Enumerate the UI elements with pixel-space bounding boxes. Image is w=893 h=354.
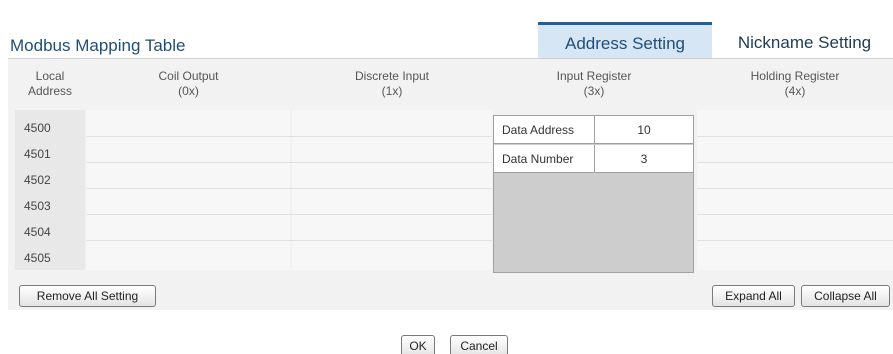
- column-header-sublabel: (1x): [381, 84, 403, 98]
- row-divider: [697, 162, 893, 163]
- coil-output-column[interactable]: [87, 110, 290, 270]
- row-divider: [87, 136, 492, 137]
- column-header-label: Input Register: [556, 69, 632, 83]
- column-header-coil-output: Coil Output (0x): [87, 58, 290, 110]
- data-number-value[interactable]: 3: [595, 145, 693, 172]
- data-number-label: Data Number: [494, 145, 595, 172]
- column-header-input-register: Input Register (3x): [493, 58, 695, 110]
- column-header-label: Discrete Input: [354, 69, 430, 83]
- tab-address-setting[interactable]: Address Setting: [538, 22, 712, 58]
- holding-register-column[interactable]: [697, 110, 893, 270]
- input-register-mapping-block[interactable]: Data Address 10 Data Number 3: [493, 115, 694, 273]
- column-header-local-address: Local Address: [15, 58, 85, 110]
- remove-all-setting-button[interactable]: Remove All Setting: [19, 285, 156, 307]
- column-header-label: Holding Register: [750, 69, 840, 83]
- column-header-sublabel: (3x): [583, 84, 605, 98]
- cancel-button[interactable]: Cancel: [450, 335, 508, 354]
- column-header-label: Local: [35, 69, 65, 83]
- column-header-holding-register: Holding Register (4x): [697, 58, 893, 110]
- data-number-row: Data Number 3: [494, 145, 693, 173]
- data-address-label: Data Address: [494, 116, 595, 143]
- local-address-cell: 4500: [24, 121, 51, 135]
- row-divider: [697, 136, 893, 137]
- column-header-sublabel: Address: [27, 84, 73, 98]
- discrete-input-column[interactable]: [292, 110, 492, 270]
- row-divider: [87, 162, 492, 163]
- row-divider: [87, 240, 492, 241]
- column-header-label: Coil Output: [158, 69, 219, 83]
- row-divider: [87, 214, 492, 215]
- tab-nickname-setting[interactable]: Nickname Setting: [716, 22, 893, 58]
- row-divider: [697, 188, 893, 189]
- column-header-sublabel: (0x): [178, 84, 199, 98]
- expand-all-button[interactable]: Expand All: [712, 285, 795, 307]
- collapse-all-button[interactable]: Collapse All: [801, 285, 890, 307]
- local-address-cell: 4501: [24, 147, 51, 161]
- column-header-sublabel: (4x): [784, 84, 806, 98]
- row-divider: [697, 240, 893, 241]
- data-address-value[interactable]: 10: [595, 116, 693, 143]
- local-address-cell: 4503: [24, 199, 51, 213]
- local-address-cell: 4504: [24, 225, 51, 239]
- column-header-discrete-input: Discrete Input (1x): [292, 58, 492, 110]
- page-title: Modbus Mapping Table: [10, 36, 186, 55]
- local-address-cell: 4502: [24, 173, 51, 187]
- row-divider: [697, 214, 893, 215]
- data-address-row: Data Address 10: [494, 116, 693, 144]
- local-address-cell: 4505: [24, 251, 51, 265]
- ok-button[interactable]: OK: [401, 335, 435, 354]
- row-divider: [87, 188, 492, 189]
